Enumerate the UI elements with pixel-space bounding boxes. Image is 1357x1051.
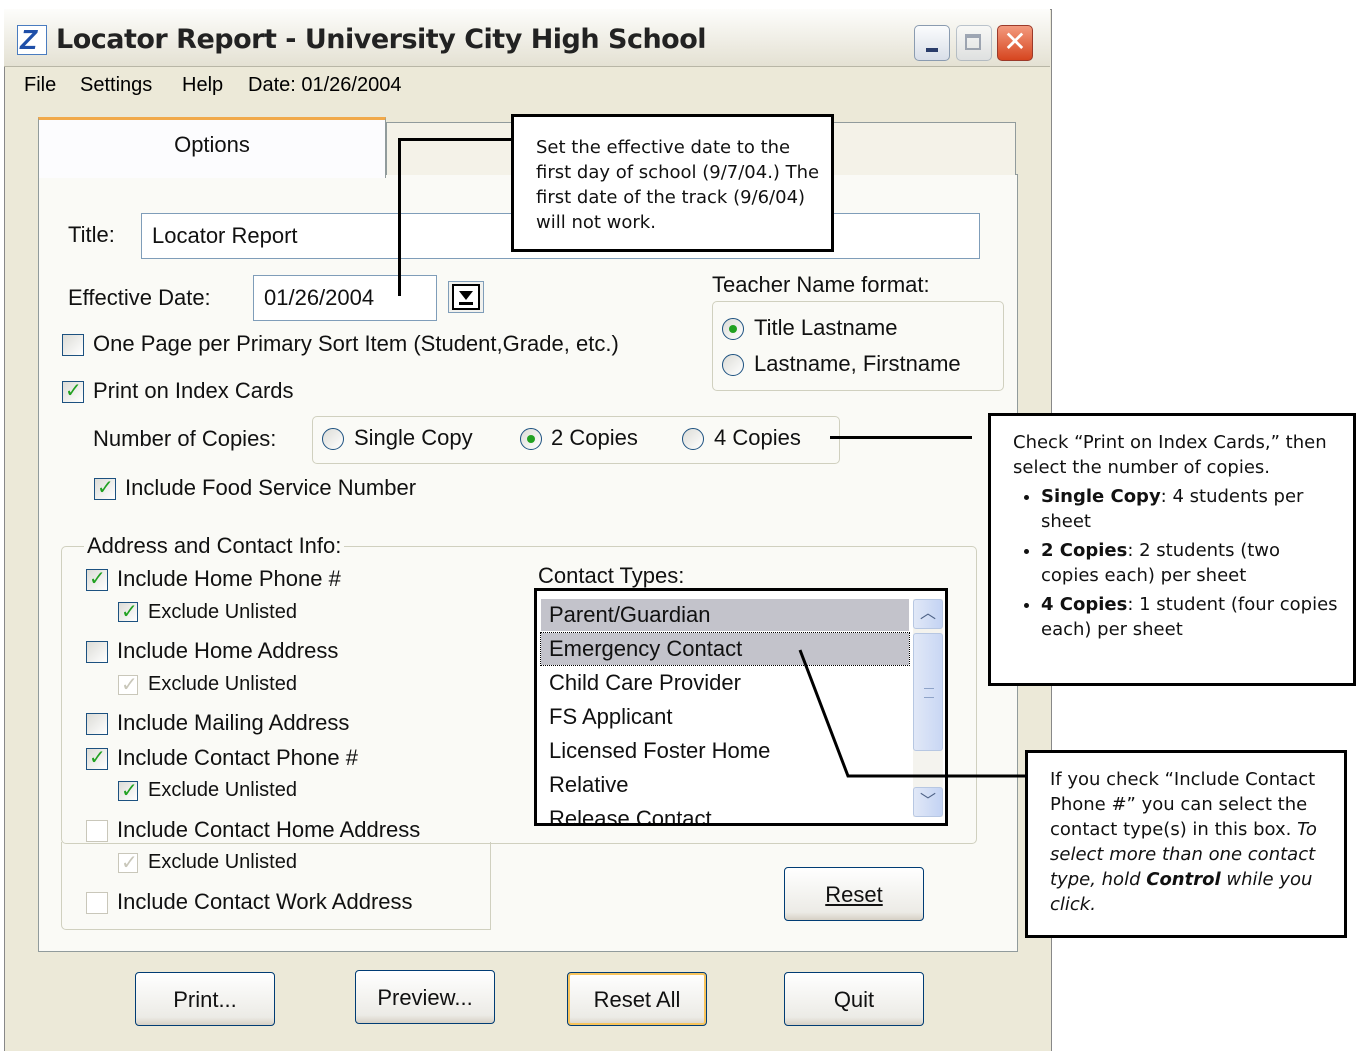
maximize-icon <box>965 34 981 50</box>
copies-label: Number of Copies: <box>93 426 277 451</box>
contact-phone-exclude-label: Exclude Unlisted <box>148 779 297 801</box>
callout-line-date-horizontal <box>398 138 514 141</box>
reset-button-label: Reset <box>825 882 883 907</box>
home-phone-label: Include Home Phone # <box>117 566 341 591</box>
copies-option-single: Single Copy <box>354 425 473 450</box>
copies-option-four: 4 Copies <box>714 425 801 450</box>
close-button[interactable]: ✕ <box>997 25 1033 61</box>
reset-button[interactable]: Reset <box>784 867 924 921</box>
contact-work-address-checkbox[interactable] <box>86 892 108 914</box>
chevron-down-icon: ﹀ <box>919 793 936 810</box>
download-arrow-icon <box>452 284 480 310</box>
mailing-address-checkbox[interactable] <box>86 713 108 735</box>
contact-phone-checkbox[interactable] <box>86 745 108 770</box>
title-label: Title: <box>68 222 115 247</box>
home-address-label: Include Home Address <box>117 638 339 663</box>
contact-work-address-label: Include Contact Work Address <box>117 889 413 914</box>
menu-help[interactable]: Help <box>182 74 223 97</box>
menu-bar <box>5 67 1050 103</box>
minimize-icon <box>926 48 938 52</box>
contact-home-address-label: Include Contact Home Address <box>117 817 421 842</box>
teacher-format-radio-lastname[interactable] <box>722 354 744 376</box>
callout-effective-date: Set the effective date to the first day … <box>511 114 834 252</box>
copies-radio-four[interactable] <box>682 428 704 450</box>
home-phone-exclude-checkbox[interactable] <box>118 599 138 623</box>
callout-copies-item: 4 Copies: 1 student (four copies each) p… <box>1041 592 1343 642</box>
index-cards-label: Print on Index Cards <box>93 378 294 403</box>
menu-file[interactable]: File <box>24 74 56 97</box>
menu-date[interactable]: Date: 01/26/2004 <box>248 74 401 97</box>
index-cards-checkbox[interactable] <box>62 378 84 403</box>
preview-button[interactable]: Preview... <box>355 970 495 1024</box>
contact-home-exclude-label: Exclude Unlisted <box>148 851 297 873</box>
copies-radio-single[interactable] <box>322 428 344 450</box>
maximize-button[interactable] <box>956 25 992 61</box>
print-button[interactable]: Print... <box>135 972 275 1026</box>
quit-button-label: Quit <box>833 987 875 1012</box>
mailing-address-label: Include Mailing Address <box>117 710 350 735</box>
one-page-checkbox[interactable] <box>62 334 84 356</box>
scroll-down-button[interactable]: ﹀ <box>913 787 943 817</box>
callout-line-date-vertical <box>398 138 401 296</box>
teacher-format-option-lastname: Lastname, Firstname <box>754 351 961 376</box>
print-button-label: Print... <box>173 987 237 1012</box>
home-address-checkbox[interactable] <box>86 641 108 663</box>
tab-options[interactable]: Options <box>38 117 386 178</box>
close-icon: ✕ <box>1003 25 1027 58</box>
list-item[interactable]: Parent/Guardian <box>541 599 909 631</box>
callout-copies: Check “Print on Index Cards,” then selec… <box>988 413 1356 686</box>
effective-date-label: Effective Date: <box>68 285 211 310</box>
callout-copies-item: Single Copy: 4 students per sheet <box>1041 484 1343 534</box>
teacher-format-label: Teacher Name format: <box>712 272 930 297</box>
list-item[interactable]: Release Contact <box>541 803 909 823</box>
callout-copies-item: 2 Copies: 2 students (two copies each) p… <box>1041 538 1343 588</box>
teacher-format-option-title: Title Lastname <box>754 315 898 340</box>
one-page-label: One Page per Primary Sort Item (Student,… <box>93 331 619 356</box>
home-phone-checkbox[interactable] <box>86 566 108 591</box>
copies-radio-two[interactable] <box>520 428 542 450</box>
tab-options-label: Options <box>174 132 250 157</box>
minimize-button[interactable] <box>914 25 950 61</box>
window-title: Locator Report - University City High Sc… <box>56 24 707 55</box>
callout-copies-intro: Check “Print on Index Cards,” then selec… <box>1013 432 1327 478</box>
reset-all-button[interactable]: Reset All <box>567 972 707 1026</box>
menu-settings[interactable]: Settings <box>80 74 152 97</box>
teacher-format-radio-title[interactable] <box>722 318 744 340</box>
callout-contact-types: If you check “Include Contact Phone #” y… <box>1025 750 1347 938</box>
title-bar[interactable]: Z Locator Report - University City High … <box>4 9 1050 67</box>
food-service-label: Include Food Service Number <box>125 475 417 500</box>
copies-option-two: 2 Copies <box>551 425 638 450</box>
chevron-up-icon: ︿ <box>919 605 936 622</box>
scroll-up-button[interactable]: ︿ <box>913 599 943 629</box>
contact-phone-label: Include Contact Phone # <box>117 745 358 770</box>
contact-phone-exclude-checkbox[interactable] <box>118 778 138 802</box>
app-logo-icon: Z <box>17 24 47 55</box>
address-group-label: Address and Contact Info: <box>84 533 345 559</box>
home-address-exclude-checkbox[interactable] <box>118 672 138 696</box>
callout-line-copies <box>830 436 972 439</box>
home-phone-exclude-label: Exclude Unlisted <box>148 601 297 623</box>
effective-date-input[interactable]: 01/26/2004 <box>253 275 437 321</box>
quit-button[interactable]: Quit <box>784 972 924 1026</box>
food-service-checkbox[interactable] <box>94 475 116 500</box>
preview-button-label: Preview... <box>377 985 473 1010</box>
date-picker-button[interactable] <box>448 281 484 313</box>
callout-line-contact <box>798 649 1026 778</box>
callout-copies-list: Single Copy: 4 students per sheet 2 Copi… <box>1013 484 1343 642</box>
reset-all-button-label: Reset All <box>593 987 681 1012</box>
contact-types-label: Contact Types: <box>538 563 685 588</box>
home-address-exclude-label: Exclude Unlisted <box>148 673 297 695</box>
contact-home-exclude-checkbox[interactable] <box>118 850 138 874</box>
contact-home-address-checkbox[interactable] <box>86 820 108 842</box>
